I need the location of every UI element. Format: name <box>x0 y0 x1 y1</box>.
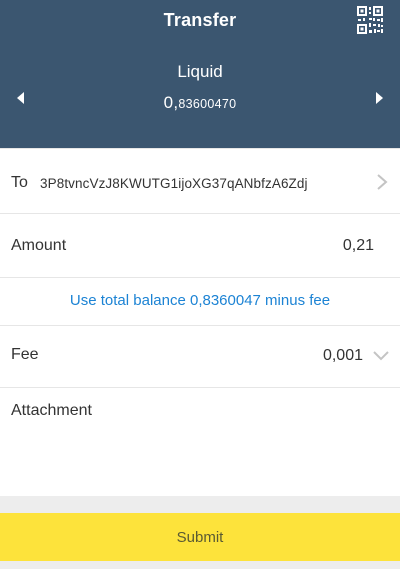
fee-label: Fee <box>11 346 39 363</box>
balance-minor: 83600470 <box>178 97 237 111</box>
chevron-right-icon[interactable] <box>376 173 388 196</box>
page-title: Transfer <box>163 10 237 30</box>
amount-label: Amount <box>11 237 67 254</box>
recipient-row[interactable]: To 3P8tvncVzJ8KWUTG1ijoXG37qANbfzA6Zdj <box>0 148 400 214</box>
chevron-down-icon[interactable] <box>372 349 390 367</box>
recipient-address: 3P8tvncVzJ8KWUTG1ijoXG37qANbfzA6Zdj <box>40 176 308 191</box>
bottom-divider <box>0 561 400 569</box>
header-bar: Transfer Liquid 0,83600470 <box>0 0 400 148</box>
qr-code-icon[interactable] <box>356 5 384 35</box>
use-total-balance-link[interactable]: Use total balance 0,8360047 minus fee <box>0 292 400 309</box>
fee-row[interactable]: Fee 0,001 <box>0 326 400 388</box>
balance-major: 0, <box>163 93 179 112</box>
attachment-label: Attachment <box>11 402 92 419</box>
section-divider <box>0 496 400 513</box>
amount-input[interactable] <box>254 234 374 258</box>
amount-row: Amount <box>0 214 400 278</box>
submit-button[interactable]: Submit <box>0 513 400 561</box>
fee-value: 0,001 <box>322 347 363 364</box>
to-label: To <box>11 174 28 191</box>
asset-name: Liquid <box>177 62 223 81</box>
asset-balance: 0,83600470 <box>0 93 400 113</box>
attachment-row: Attachment <box>0 388 400 496</box>
attachment-input[interactable] <box>11 428 386 488</box>
use-total-balance-row: Use total balance 0,8360047 minus fee <box>0 278 400 326</box>
